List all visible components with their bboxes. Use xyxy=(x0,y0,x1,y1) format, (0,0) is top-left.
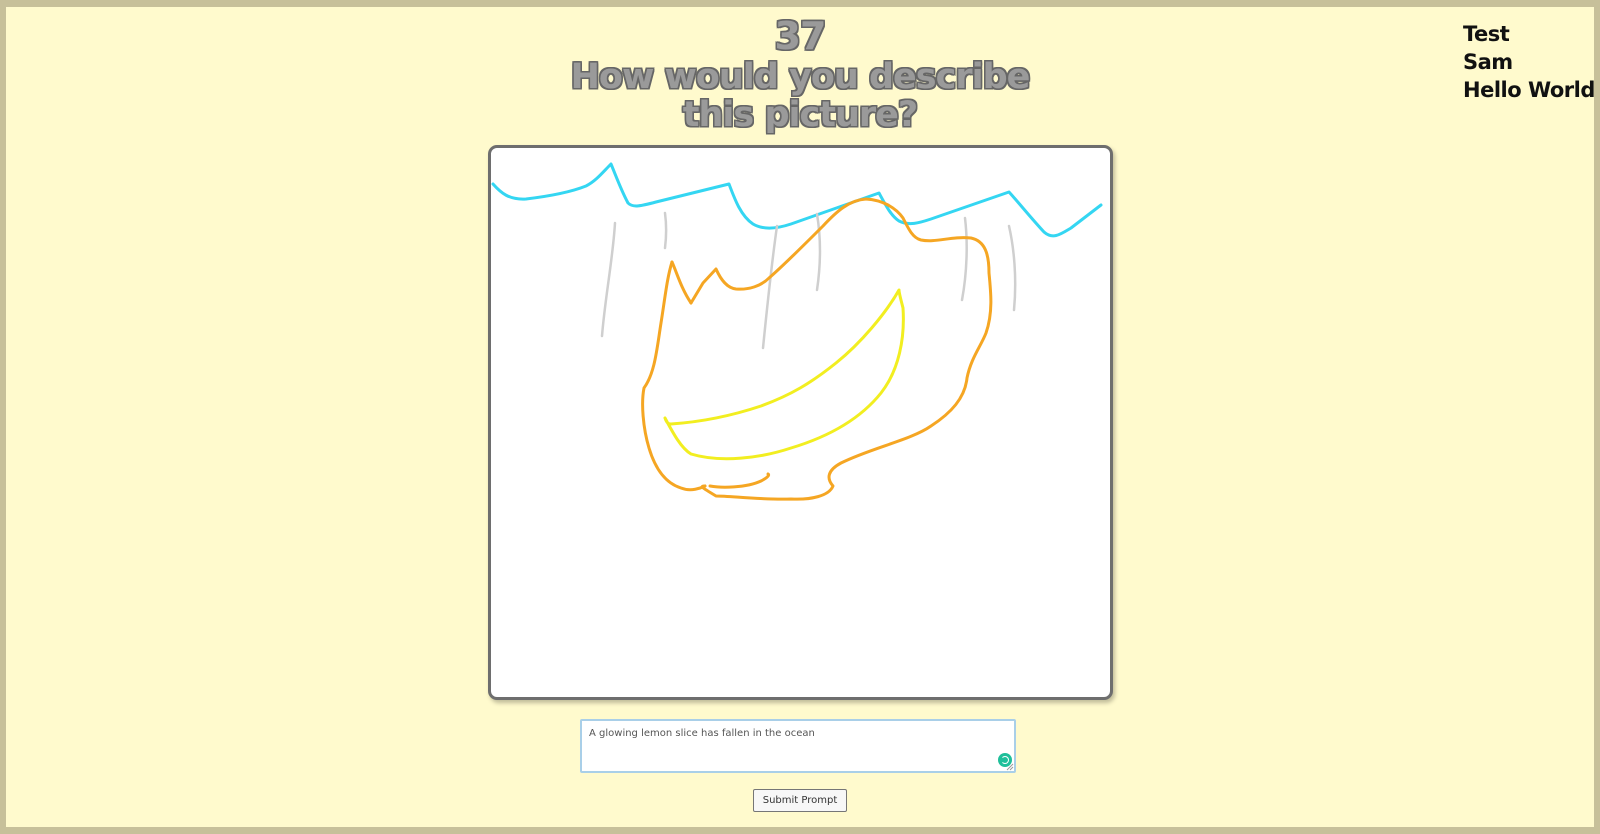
prompt-input[interactable] xyxy=(580,719,1016,773)
rain-stroke xyxy=(761,224,779,350)
grammar-assist-icon[interactable] xyxy=(998,753,1012,767)
rain-stroke xyxy=(960,216,968,302)
player-list: Test Sam Hello World xyxy=(1463,20,1595,104)
rain-stroke xyxy=(600,221,617,338)
drawing-image xyxy=(491,162,1103,501)
countdown-timer: 37 xyxy=(774,14,827,58)
submit-prompt-button[interactable]: Submit Prompt xyxy=(753,789,847,812)
player-name: Sam xyxy=(1463,50,1513,74)
player-name: Test xyxy=(1463,22,1510,46)
rain-stroke xyxy=(1007,224,1017,312)
lemon-peel-stroke xyxy=(689,197,993,501)
rain-stroke xyxy=(663,211,668,250)
lemon-peel-stroke xyxy=(670,260,693,305)
player-name: Hello World xyxy=(1463,78,1595,102)
drawing-canvas xyxy=(488,145,1113,700)
question-line-2: this picture? xyxy=(682,95,918,135)
question-line-1: How would you describe xyxy=(570,57,1031,97)
lemon-slice-stroke xyxy=(663,288,905,461)
question-heading: How would you describe this picture? xyxy=(0,58,1600,134)
rain-stroke xyxy=(815,212,822,292)
